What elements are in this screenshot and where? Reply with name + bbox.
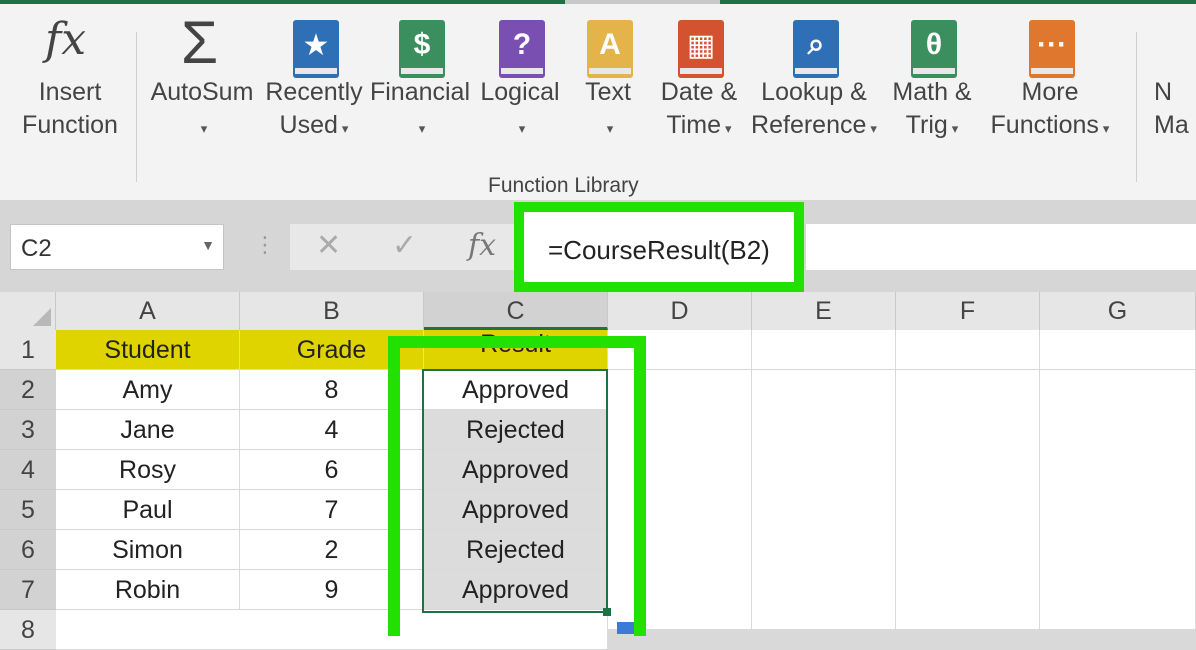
date-time-button[interactable]: ▦ Date & Time ▾ [654, 14, 744, 145]
enter-icon[interactable]: ✓ [392, 228, 417, 263]
autosum-button[interactable]: Σ AutoSum ▾ [148, 9, 256, 145]
fx-icon: fx [45, 14, 87, 65]
worksheet-grid: A B C D E F G 1 2 3 4 5 6 7 8 Student Gr… [0, 292, 1196, 650]
cell-a5[interactable]: Paul [56, 490, 240, 530]
text-book-icon: A [581, 14, 635, 78]
empty-cells-f[interactable] [896, 370, 1040, 630]
cell-e1[interactable] [752, 330, 896, 370]
dots-book-icon: ··· [1023, 14, 1077, 78]
cell-b2[interactable]: 8 [240, 370, 424, 410]
chevron-down-icon: ▾ [200, 121, 208, 136]
chevron-down-icon: ▾ [1102, 121, 1110, 136]
row-header[interactable]: 7 [0, 570, 56, 610]
insert-function-button[interactable]: fx Insert Function [18, 14, 122, 142]
column-header-c[interactable]: C [424, 292, 608, 330]
recently-used-button[interactable]: ★ Recently Used ▾ [262, 14, 366, 145]
row-header[interactable]: 1 [0, 330, 56, 370]
cell-b6[interactable]: 2 [240, 530, 424, 570]
cell-b4[interactable]: 6 [240, 450, 424, 490]
cell-a3[interactable]: Jane [56, 410, 240, 450]
cell-d1[interactable] [608, 330, 752, 370]
cell-b1[interactable]: Grade [240, 330, 424, 370]
chevron-down-icon: ▾ [418, 121, 426, 136]
empty-row-8[interactable] [56, 610, 608, 650]
row-header[interactable]: 8 [0, 610, 56, 650]
empty-cells-g[interactable] [1040, 370, 1196, 630]
row-header[interactable]: 3 [0, 410, 56, 450]
cell-g1[interactable] [1040, 330, 1196, 370]
ribbon-separator [136, 32, 137, 182]
cell-a1[interactable]: Student [56, 330, 240, 370]
fill-handle[interactable] [603, 608, 611, 616]
cell-f1[interactable] [896, 330, 1040, 370]
cell-c4[interactable]: Approved [424, 450, 608, 490]
text-functions-button[interactable]: A Text ▾ [576, 14, 640, 145]
cell-a6[interactable]: Simon [56, 530, 240, 570]
logical-button[interactable]: ? Logical ▾ [478, 14, 562, 145]
column-header-d[interactable]: D [608, 292, 752, 330]
formula-input[interactable]: =CourseResult(B2) [514, 202, 804, 292]
name-box[interactable]: C2 ▼ [10, 224, 224, 270]
ribbon-separator [1136, 32, 1137, 182]
cell-c1[interactable]: Result [424, 330, 608, 370]
formula-input-extension[interactable] [806, 224, 1196, 270]
cell-c3[interactable]: Rejected [424, 410, 608, 450]
sigma-icon: Σ [181, 9, 219, 76]
empty-cells-d[interactable] [608, 370, 752, 630]
cell-c7[interactable]: Approved [424, 570, 608, 610]
ribbon: fx Insert Function Σ AutoSum ▾ ★ Recentl… [0, 4, 1196, 200]
formula-bar: C2 ▼ ⋮ ✕ ✓ fx =CourseResult(B2) [0, 200, 1196, 292]
cell-c5[interactable]: Approved [424, 490, 608, 530]
column-header-b[interactable]: B [240, 292, 424, 330]
column-header-e[interactable]: E [752, 292, 896, 330]
row-header[interactable]: 6 [0, 530, 56, 570]
star-book-icon: ★ [287, 14, 341, 78]
chevron-down-icon: ▾ [951, 121, 959, 136]
chevron-down-icon: ▾ [606, 121, 614, 136]
calendar-book-icon: ▦ [672, 14, 726, 78]
cell-a2[interactable]: Amy [56, 370, 240, 410]
column-header-f[interactable]: F [896, 292, 1040, 330]
question-book-icon: ? [493, 14, 547, 78]
cell-b3[interactable]: 4 [240, 410, 424, 450]
financial-button[interactable]: $ Financial ▾ [368, 14, 472, 145]
cell-a7[interactable]: Robin [56, 570, 240, 610]
cancel-icon[interactable]: ✕ [316, 228, 341, 263]
theta-book-icon: θ [905, 14, 959, 78]
chevron-down-icon: ▾ [341, 121, 349, 136]
cell-b5[interactable]: 7 [240, 490, 424, 530]
function-library-group-label: Function Library [488, 174, 639, 197]
math-trig-button[interactable]: θ Math & Trig ▾ [884, 14, 980, 145]
row-header[interactable]: 2 [0, 370, 56, 410]
chevron-down-icon: ▾ [870, 121, 877, 136]
column-header-a[interactable]: A [56, 292, 240, 330]
cell-c6[interactable]: Rejected [424, 530, 608, 570]
empty-cells-e[interactable] [752, 370, 896, 630]
coins-book-icon: $ [393, 14, 447, 78]
magnifier-book-icon: ⌕ [787, 14, 841, 78]
column-header-g[interactable]: G [1040, 292, 1196, 330]
chevron-down-icon: ▾ [518, 121, 526, 136]
name-manager-icon [1157, 14, 1196, 76]
chevron-down-icon[interactable]: ▼ [201, 237, 215, 253]
auto-fill-options-icon[interactable] [617, 622, 637, 634]
cell-a4[interactable]: Rosy [56, 450, 240, 490]
drag-handle-icon[interactable]: ⋮ [254, 232, 278, 258]
insert-function-icon[interactable]: fx [468, 228, 496, 263]
formula-buttons: ✕ ✓ fx [290, 224, 516, 270]
select-all-button[interactable] [0, 292, 56, 330]
row-header[interactable]: 5 [0, 490, 56, 530]
name-manager-button[interactable]: N Ma [1154, 14, 1196, 142]
cell-c2[interactable]: Approved [424, 370, 608, 410]
lookup-reference-button[interactable]: ⌕ Lookup & Reference ▾ [746, 14, 882, 145]
cell-b7[interactable]: 9 [240, 570, 424, 610]
chevron-down-icon: ▾ [725, 121, 732, 136]
row-header[interactable]: 4 [0, 450, 56, 490]
more-functions-button[interactable]: ··· More Functions ▾ [984, 14, 1116, 145]
